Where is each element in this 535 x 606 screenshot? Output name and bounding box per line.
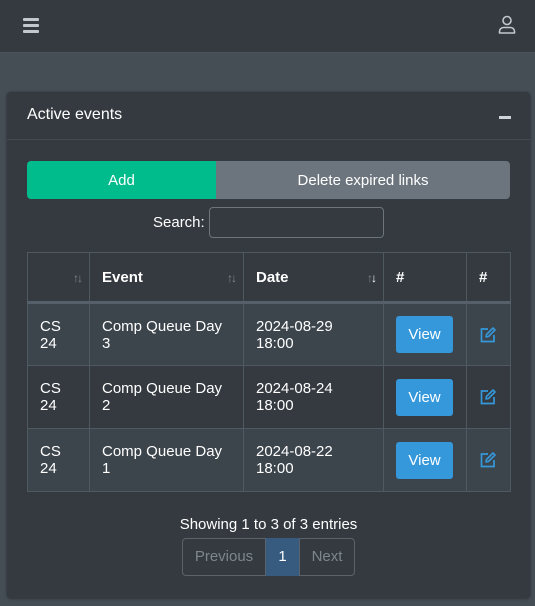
event-date: 2024-08-24 18:00 [243,365,384,429]
active-events-card: Active events Add Delete expired links S… [7,92,530,598]
event-date: 2024-08-29 18:00 [243,302,384,366]
sort-icon[interactable]: ↑↓ [73,271,83,285]
events-table: ↑↓ Event ↑↓ Date ↑↓ # # CS 24 Comp Queue… [27,252,511,492]
add-button[interactable]: Add [27,161,216,199]
edit-icon[interactable] [479,326,497,344]
user-icon[interactable] [498,15,516,34]
view-cell: View [383,302,467,366]
edit-cell [466,302,511,366]
delete-expired-links-button[interactable]: Delete expired links [216,161,510,199]
column-header-edit: # [466,252,511,304]
column-header-view: # [383,252,467,304]
view-button[interactable]: View [396,378,453,416]
edit-icon[interactable] [479,451,497,469]
view-button[interactable]: View [396,441,453,479]
search-input[interactable] [209,207,384,238]
view-cell: View [383,428,467,492]
hamburger-icon[interactable] [23,18,39,33]
event-date: 2024-08-22 18:00 [243,428,384,492]
column-header-event[interactable]: Event ↑↓ [89,252,244,304]
event-code: CS 24 [27,365,90,429]
table-row: CS 24 Comp Queue Day 3 2024-08-29 18:00 … [27,302,511,366]
event-code: CS 24 [27,302,90,366]
table-row: CS 24 Comp Queue Day 2 2024-08-24 18:00 … [27,365,511,429]
table-header-row: ↑↓ Event ↑↓ Date ↑↓ # # [27,252,511,304]
view-cell: View [383,365,467,429]
edit-cell [466,428,511,492]
search-label: Search: [153,214,205,231]
event-name: Comp Queue Day 2 [89,365,244,429]
pagination: Previous 1 Next [182,538,355,576]
view-button[interactable]: View [396,316,453,353]
event-name: Comp Queue Day 3 [89,302,244,366]
table-row: CS 24 Comp Queue Day 1 2024-08-22 18:00 … [27,428,511,492]
sort-desc-icon[interactable]: ↑↓ [367,271,377,285]
card-header: Active events [7,92,530,140]
column-header-date[interactable]: Date ↑↓ [243,252,384,304]
edit-icon[interactable] [479,388,497,406]
previous-page-button[interactable]: Previous [182,538,266,576]
sort-icon[interactable]: ↑↓ [227,271,237,285]
event-code: CS 24 [27,428,90,492]
edit-cell [466,365,511,429]
table-info: Showing 1 to 3 of 3 entries [179,516,358,533]
minus-icon[interactable] [499,116,511,119]
next-page-button[interactable]: Next [299,538,355,576]
column-header-code[interactable]: ↑↓ [27,252,90,304]
page-1-button[interactable]: 1 [266,538,299,576]
event-name: Comp Queue Day 1 [89,428,244,492]
top-navbar [0,0,535,53]
card-title: Active events [27,106,123,123]
